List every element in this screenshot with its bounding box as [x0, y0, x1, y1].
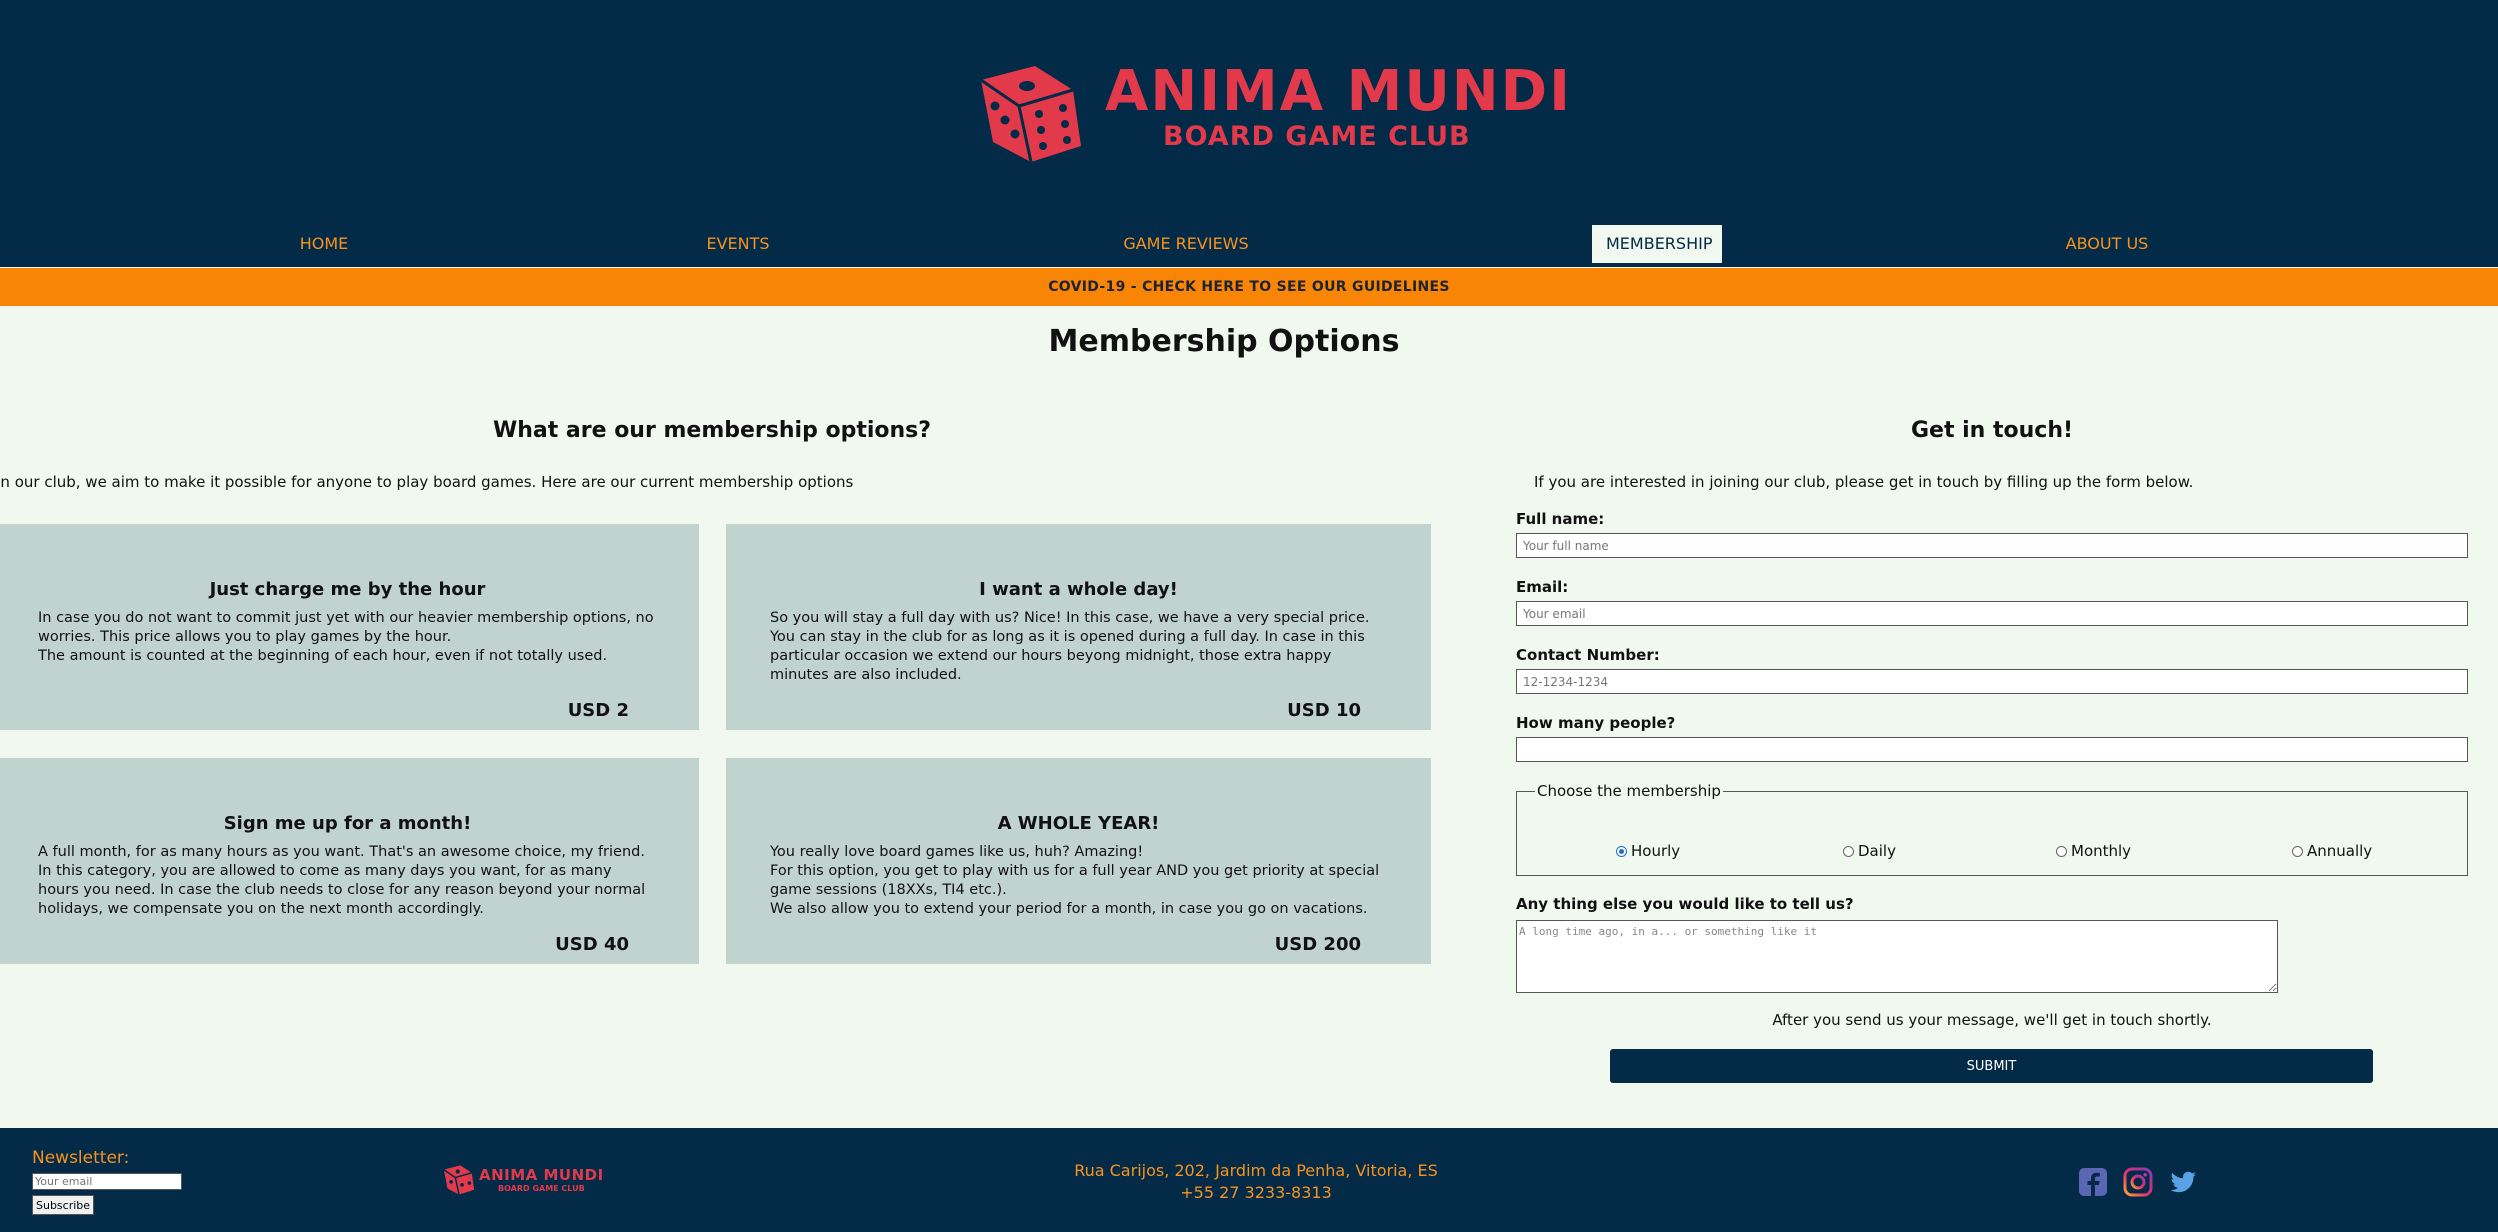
- full-name-input[interactable]: [1516, 533, 2468, 558]
- radio-button[interactable]: [2056, 845, 2067, 857]
- site-header: ANIMA MUNDI BOARD GAME CLUB: [0, 0, 2498, 225]
- radio-label: Daily: [1858, 842, 1896, 860]
- main-nav: HOME EVENTS GAME REVIEWS MEMBERSHIP ABOU…: [0, 225, 2498, 263]
- radio-button[interactable]: [1616, 845, 1627, 857]
- card-description-line: The amount is counted at the beginning o…: [38, 648, 608, 664]
- nav-home[interactable]: HOME: [276, 225, 372, 263]
- dice-logo-icon: [980, 66, 1081, 163]
- radio-button[interactable]: [1843, 845, 1854, 857]
- card-description: A full month, for as many hours as you w…: [38, 843, 655, 919]
- newsletter-email-input[interactable]: [32, 1173, 182, 1190]
- card-description: In case you do not want to commit just y…: [38, 609, 655, 666]
- footer-logo[interactable]: ANIMA MUNDI BOARD GAME CLUB: [442, 1164, 604, 1198]
- card-description-line: We also allow you to extend your period …: [770, 901, 1368, 917]
- card-title: I want a whole day!: [979, 579, 1178, 600]
- card-price: USD 200: [1274, 934, 1361, 955]
- contact-number-label: Contact Number:: [1516, 646, 1660, 664]
- membership-card-daily: I want a whole day! So you will stay a f…: [726, 524, 1431, 730]
- instagram-icon[interactable]: [2123, 1167, 2153, 1197]
- email-label: Email:: [1516, 578, 1569, 596]
- contact-intro: If you are interested in joining our clu…: [1534, 473, 2194, 491]
- membership-card-hourly: Just charge me by the hour In case you d…: [0, 524, 699, 730]
- footer-phone: +55 27 3233-8313: [1180, 1183, 1332, 1202]
- card-description-line: For this option, you get to play with us…: [770, 863, 1380, 898]
- membership-legend: Choose the membership: [1537, 782, 1721, 800]
- site-footer: Newsletter: Subscribe ANIMA MUNDI BOARD …: [0, 1128, 2498, 1232]
- submit-button[interactable]: SUBMIT: [1610, 1049, 2373, 1083]
- email-input[interactable]: [1516, 601, 2468, 626]
- contact-number-input[interactable]: [1516, 669, 2468, 694]
- radio-button[interactable]: [2292, 845, 2303, 857]
- options-heading: What are our membership options?: [492, 418, 932, 443]
- contact-heading: Get in touch!: [1910, 418, 2074, 443]
- people-count-label: How many people?: [1516, 714, 1676, 732]
- card-price: USD 40: [555, 934, 629, 955]
- radio-label: Annually: [2307, 842, 2373, 860]
- site-logo[interactable]: ANIMA MUNDI BOARD GAME CLUB: [975, 60, 1570, 165]
- card-title: Just charge me by the hour: [209, 579, 486, 600]
- radio-daily[interactable]: Daily: [1843, 842, 1896, 860]
- card-price: USD 2: [567, 700, 629, 721]
- footer-address-block: Rua Carijos, 202, Jardim da Penha, Vitor…: [1000, 1160, 1512, 1204]
- after-submit-note: After you send us your message, we'll ge…: [1772, 1011, 2212, 1029]
- message-textarea[interactable]: [1516, 920, 2278, 993]
- card-description: You really love board games like us, huh…: [770, 843, 1387, 919]
- card-description-line: So you will stay a full day with us? Nic…: [770, 610, 1370, 626]
- subscribe-button[interactable]: Subscribe: [32, 1195, 95, 1215]
- radio-label: Monthly: [2071, 842, 2132, 860]
- card-description-line: A full month, for as many hours as you w…: [38, 844, 645, 860]
- footer-logo-title: ANIMA MUNDI: [479, 1166, 604, 1184]
- covid-banner-link[interactable]: COVID-19 - CHECK HERE TO SEE OUR GUIDELI…: [0, 268, 2498, 306]
- card-description-line: You really love board games like us, huh…: [770, 844, 1144, 860]
- message-label: Any thing else you would like to tell us…: [1516, 895, 1854, 913]
- membership-choice-group: Choose the membership Hourly Daily Month…: [1516, 782, 2468, 876]
- radio-hourly[interactable]: Hourly: [1616, 842, 1680, 860]
- radio-monthly[interactable]: Monthly: [2056, 842, 2131, 860]
- facebook-icon[interactable]: [2078, 1167, 2108, 1197]
- card-description-line: In case you do not want to commit just y…: [38, 610, 654, 645]
- twitter-icon[interactable]: [2168, 1167, 2198, 1197]
- options-intro: In our club, we aim to make it possible …: [0, 473, 854, 491]
- card-title: A WHOLE YEAR!: [997, 813, 1160, 834]
- card-title: Sign me up for a month!: [223, 813, 472, 834]
- footer-address: Rua Carijos, 202, Jardim da Penha, Vitor…: [1074, 1161, 1438, 1180]
- footer-logo-tagline: BOARD GAME CLUB: [498, 1184, 585, 1193]
- radio-label: Hourly: [1631, 842, 1681, 860]
- logo-title: ANIMA MUNDI: [1105, 59, 1572, 124]
- nav-divider: [0, 263, 2498, 267]
- newsletter-label: Newsletter:: [32, 1148, 130, 1168]
- membership-card-monthly: Sign me up for a month! A full month, fo…: [0, 758, 699, 964]
- nav-about-us[interactable]: ABOUT US: [2052, 225, 2162, 263]
- full-name-label: Full name:: [1516, 510, 1605, 528]
- logo-tagline: BOARD GAME CLUB: [1163, 121, 1471, 152]
- card-description: So you will stay a full day with us? Nic…: [770, 609, 1387, 685]
- card-description-line: You can stay in the club for as long as …: [770, 629, 1365, 683]
- card-price: USD 10: [1287, 700, 1361, 721]
- dice-logo-icon: [443, 1165, 475, 1195]
- nav-game-reviews[interactable]: GAME REVIEWS: [1110, 225, 1262, 263]
- people-count-input[interactable]: [1516, 737, 2468, 762]
- nav-membership[interactable]: MEMBERSHIP: [1592, 225, 1722, 263]
- radio-annually[interactable]: Annually: [2292, 842, 2372, 860]
- membership-card-annual: A WHOLE YEAR! You really love board game…: [726, 758, 1431, 964]
- page-title: Membership Options: [1048, 324, 1400, 359]
- card-description-line: In this category, you are allowed to com…: [38, 863, 646, 917]
- nav-events[interactable]: EVENTS: [690, 225, 786, 263]
